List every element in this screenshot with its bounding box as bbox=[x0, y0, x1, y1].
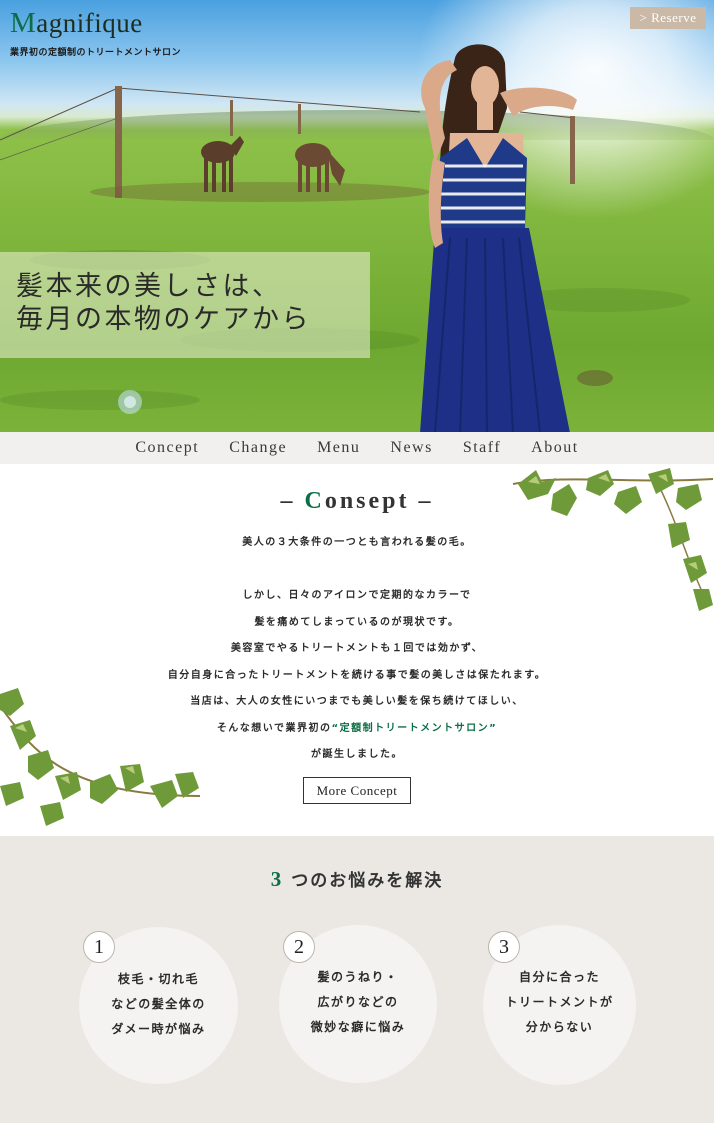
worry-line: 枝毛・切れ毛 bbox=[117, 972, 199, 986]
worry-text: 枝毛・切れ毛 などの髪全体の ダメー時が悩み bbox=[79, 967, 238, 1042]
worry-text: 髪のうねり・ 広がりなどの 微妙な癖に悩み bbox=[279, 965, 437, 1040]
hero-image: Magnifique 業界初の定額制のトリートメントサロン > Reserve … bbox=[0, 0, 714, 432]
concept-line: 当店は、大人の女性にいつまでも美しい髪を保ち続けてほしい、 bbox=[190, 696, 524, 707]
site-tagline: 業界初の定額制のトリートメントサロン bbox=[10, 47, 182, 58]
worries-title-text: つのお悩みを解決 bbox=[291, 871, 444, 891]
hero-copy-line-2: 毎月の本物のケアから bbox=[16, 304, 311, 335]
hero-copy-line-1: 髪本来の美しさは、 bbox=[16, 271, 282, 302]
brand: Magnifique 業界初の定額制のトリートメントサロン bbox=[10, 6, 181, 58]
worries-title-number: 3 bbox=[270, 867, 284, 891]
worries-title: 3 つのお悩みを解決 bbox=[0, 866, 714, 892]
worry-line: 分からない bbox=[525, 1020, 594, 1034]
reserve-button[interactable]: > Reserve bbox=[630, 7, 706, 29]
worry-number-badge: 2 bbox=[283, 931, 315, 963]
worry-line: などの髪全体の bbox=[111, 997, 206, 1011]
worry-line: 広がりなどの bbox=[317, 995, 399, 1009]
worries-section: 3 つのお悩みを解決 枝毛・切れ毛 などの髪全体の ダメー時が悩み 1 髪のうね… bbox=[0, 836, 714, 1123]
nav-item-staff[interactable]: Staff bbox=[463, 439, 501, 457]
concept-body: 美人の３大条件の一つとも言われる髪の毛。 しかし、日々のアイロンで定期的なカラー… bbox=[0, 530, 714, 769]
concept-line: 美容室でやるトリートメントも１回では効かず、 bbox=[230, 643, 484, 654]
worry-text: 自分に合った トリートメントが 分からない bbox=[483, 965, 636, 1040]
concept-line: しかし、日々のアイロンで定期的なカラーで bbox=[242, 590, 472, 601]
concept-title-suffix: – bbox=[409, 488, 434, 514]
worry-line: トリートメントが bbox=[505, 995, 614, 1009]
worry-line: 微妙な癖に悩み bbox=[310, 1020, 406, 1034]
woman-figure bbox=[420, 44, 577, 432]
concept-spacer bbox=[0, 557, 714, 584]
concept-line: 美人の３大条件の一つとも言われる髪の毛。 bbox=[242, 537, 472, 548]
site-logo[interactable]: Magnifique bbox=[10, 6, 181, 41]
concept-line-prefix: そんな想いで業界初の bbox=[216, 722, 332, 734]
nav-item-change[interactable]: Change bbox=[229, 439, 287, 457]
more-concept-button[interactable]: More Concept bbox=[303, 777, 411, 804]
concept-line: そんな想いで業界初の“定額制トリートメントサロン” bbox=[0, 716, 714, 743]
concept-line: 自分自身に合ったトリートメントを続ける事で髪の美しさは保たれます。 bbox=[167, 669, 547, 681]
nav-item-menu[interactable]: Menu bbox=[317, 439, 360, 457]
hero-copy: 髪本来の美しさは、 毎月の本物のケアから bbox=[16, 270, 311, 336]
worry-line: 髪のうねり・ bbox=[317, 970, 399, 984]
nav-item-news[interactable]: News bbox=[390, 439, 432, 457]
worry-line: 自分に合った bbox=[518, 970, 600, 984]
nav-item-concept[interactable]: Concept bbox=[135, 439, 199, 457]
nav-item-about[interactable]: About bbox=[531, 439, 579, 457]
worry-line: ダメー時が悩み bbox=[111, 1022, 206, 1036]
logo-initial: M bbox=[10, 7, 37, 39]
concept-line: 髪を痛めてしまっているのが現状です。 bbox=[254, 616, 460, 628]
concept-title: – Consept – bbox=[0, 488, 714, 515]
worry-number-badge: 3 bbox=[488, 931, 520, 963]
concept-title-prefix: – bbox=[280, 488, 305, 514]
worry-number-badge: 1 bbox=[83, 931, 115, 963]
concept-highlight: “定額制トリートメントサロン” bbox=[331, 722, 498, 734]
concept-line: が誕生しました。 bbox=[311, 749, 403, 760]
concept-title-initial: C bbox=[304, 488, 325, 514]
main-nav: Concept Change Menu News Staff About bbox=[0, 432, 714, 464]
logo-rest: agnifique bbox=[36, 8, 143, 38]
concept-section: – Consept – 美人の３大条件の一つとも言われる髪の毛。 しかし、日々の… bbox=[0, 464, 714, 836]
pasture-scene bbox=[0, 86, 690, 414]
concept-title-rest: onsept bbox=[324, 488, 410, 514]
